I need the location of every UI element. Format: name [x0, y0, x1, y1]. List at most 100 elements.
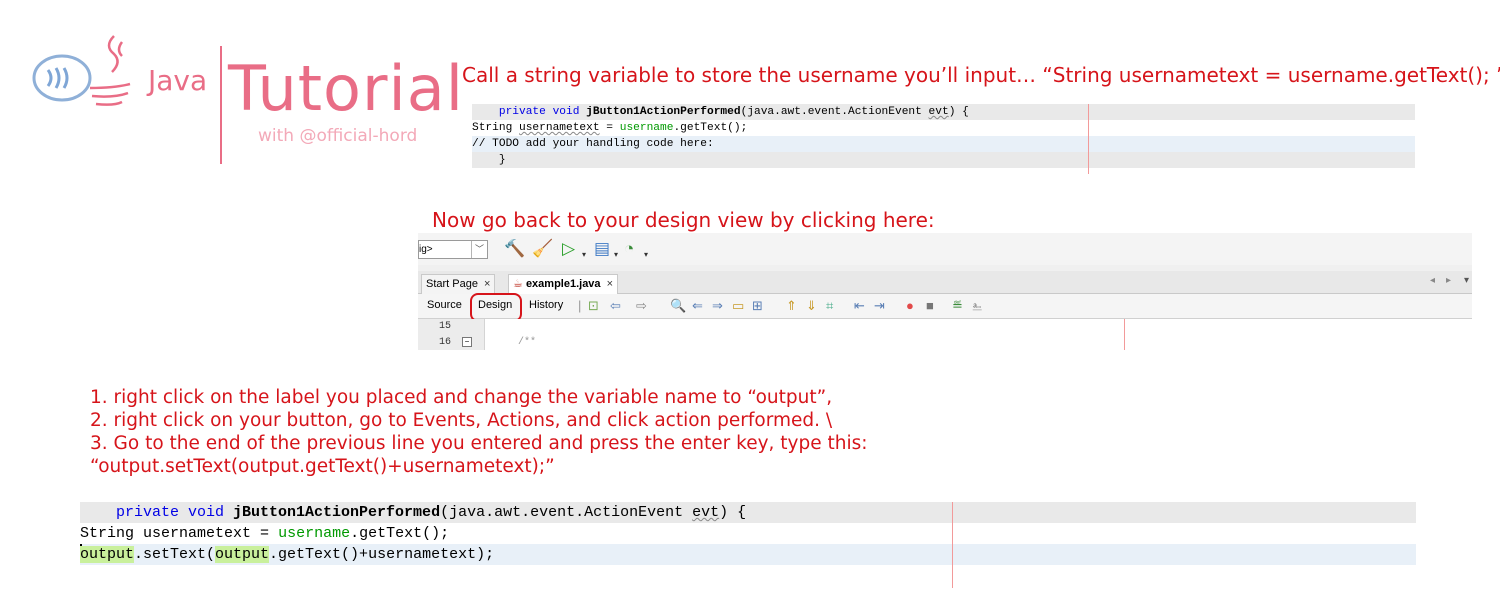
- code-line: String usernametext = username.getText()…: [472, 120, 1415, 136]
- code-op: =: [599, 122, 620, 134]
- step-2: 2. right click on your button, go to Eve…: [90, 410, 833, 431]
- line-number: 15: [438, 321, 451, 332]
- code-call: .getText()+usernametext);: [269, 546, 495, 563]
- code-editor[interactable]: 15 16 − /**: [418, 319, 1472, 350]
- code-args: (java.awt.event.ActionEvent: [740, 106, 929, 118]
- previous-bookmark-icon[interactable]: ⇑: [786, 298, 797, 314]
- code-snippet-2: private void jButton1ActionPerformed(jav…: [80, 502, 1416, 588]
- source-view-tab[interactable]: Source: [427, 297, 462, 314]
- logo-tutorial-text: Tutorial: [228, 52, 464, 125]
- code-args: (java.awt.event.ActionEvent: [440, 504, 693, 521]
- history-view-tab[interactable]: History: [529, 297, 563, 314]
- line-number: 16: [438, 337, 451, 348]
- find-icon[interactable]: 🔍: [670, 298, 686, 314]
- tab-label: example1.java: [525, 278, 601, 290]
- config-combo[interactable]: ig> ﹀: [418, 240, 488, 259]
- ide-window: ig> ﹀ 🔨 🧹 ▷ ▾ ▤ ▾ ◔ ▾ Start Page × ☕ exam…: [418, 233, 1472, 350]
- profile-icon[interactable]: ◔: [624, 239, 634, 259]
- profile-dropdown-icon[interactable]: ▾: [644, 245, 648, 265]
- tab-start-page[interactable]: Start Page ×: [421, 274, 496, 294]
- code-field: username: [619, 122, 674, 134]
- margin-line: [1088, 104, 1089, 174]
- debug-dropdown-icon[interactable]: ▾: [614, 245, 618, 265]
- code-keyword: private void: [472, 106, 587, 118]
- caption-store-username: Call a string variable to store the user…: [462, 63, 1500, 87]
- tab-example1-java[interactable]: ☕ example1.java ×: [508, 274, 618, 294]
- code-variable: usernametext: [143, 525, 252, 542]
- code-line: output.setText(output.getText()+username…: [80, 544, 1416, 565]
- hammer-icon[interactable]: 🔨: [504, 239, 525, 259]
- tab-list-icon[interactable]: ▾: [1464, 275, 1469, 286]
- find-next-icon[interactable]: ⇒: [712, 298, 723, 314]
- run-dropdown-icon[interactable]: ▾: [582, 245, 586, 265]
- record-macro-icon[interactable]: ●: [906, 298, 914, 314]
- steem-coffee-icon: [32, 35, 131, 106]
- code-call: .setText(: [134, 546, 216, 563]
- code-method-name: jButton1ActionPerformed: [586, 106, 741, 118]
- code-line: private void jButton1ActionPerformed(jav…: [80, 502, 1416, 523]
- logo-byline: with @official-hord: [258, 126, 418, 146]
- highlight-circle: [470, 293, 522, 322]
- fold-icon[interactable]: −: [462, 337, 472, 347]
- main-toolbar: ig> ﹀ 🔨 🧹 ▷ ▾ ▤ ▾ ◔ ▾: [418, 233, 1472, 265]
- code-call: .getText();: [350, 525, 450, 542]
- step-1: 1. right click on the label you placed a…: [90, 387, 833, 408]
- shift-left-icon[interactable]: ⇤: [854, 298, 865, 314]
- start-macro-icon[interactable]: ≝: [952, 298, 963, 314]
- logo-java-text: Java: [148, 64, 208, 97]
- margin-line: [952, 502, 953, 588]
- editor-tabbar: Start Page × ☕ example1.java × ◂ ▸ ▾: [418, 271, 1472, 294]
- line-gutter: 15 16 −: [418, 319, 485, 350]
- scroll-tabs-left-icon[interactable]: ◂: [1430, 275, 1435, 286]
- comment-icon[interactable]: ⎁: [972, 298, 982, 314]
- code-highlight-output: output: [80, 546, 135, 563]
- back-icon[interactable]: ⇦: [610, 298, 621, 314]
- code-brace: ) {: [719, 504, 747, 521]
- shift-right-icon[interactable]: ⇥: [874, 298, 885, 314]
- java-file-icon: ☕: [513, 278, 523, 290]
- separator: |: [578, 298, 582, 313]
- last-edit-icon[interactable]: ⊡: [588, 298, 599, 314]
- forward-icon[interactable]: ⇨: [636, 298, 647, 314]
- code-comment: /**: [518, 337, 537, 348]
- margin-line: [1124, 319, 1125, 350]
- code-type: String: [472, 122, 519, 134]
- chevron-down-icon[interactable]: ﹀: [471, 241, 487, 258]
- step-3: 3. Go to the end of the previous line yo…: [90, 433, 868, 454]
- code-param: evt: [928, 106, 949, 118]
- find-previous-icon[interactable]: ⇐: [692, 298, 703, 314]
- code-keyword: private void: [80, 504, 234, 521]
- next-bookmark-icon[interactable]: ⇓: [806, 298, 817, 314]
- code-variable: usernametext: [519, 122, 600, 134]
- close-icon[interactable]: ×: [484, 278, 490, 290]
- debug-icon[interactable]: ▤: [594, 239, 610, 259]
- code-comment: // TODO add your handling code here:: [472, 136, 1415, 152]
- caption-design-view: Now go back to your design view by click…: [432, 208, 935, 232]
- instructions: 1. right click on the label you placed a…: [90, 386, 868, 478]
- stop-macro-icon[interactable]: ■: [926, 298, 934, 314]
- toggle-highlight-icon[interactable]: ▭: [732, 298, 744, 314]
- code-brace: ) {: [948, 106, 969, 118]
- code-op: =: [251, 525, 279, 542]
- code-line: private void jButton1ActionPerformed(jav…: [472, 104, 1415, 120]
- code-line: String usernametext = username.getText()…: [80, 523, 1416, 544]
- code-param: evt: [692, 504, 720, 521]
- code-method-name: jButton1ActionPerformed: [233, 504, 441, 521]
- code-type: String: [80, 525, 144, 542]
- clean-build-icon[interactable]: 🧹: [532, 239, 553, 259]
- code-field: username: [278, 525, 351, 542]
- code-snippet-1: private void jButton1ActionPerformed(jav…: [472, 104, 1415, 174]
- step-code: “output.setText(output.getText()+usernam…: [90, 456, 555, 477]
- code-call: .getText();: [673, 122, 748, 134]
- editor-view-toolbar: Source Design History | ⊡ ⇦ ⇨ 🔍 ⇐ ⇒ ▭ ⊞ …: [418, 293, 1472, 322]
- code-highlight-output: output: [215, 546, 270, 563]
- config-combo-value: ig>: [419, 244, 433, 255]
- close-icon[interactable]: ×: [607, 278, 613, 290]
- java-tutorial-logo: Java Tutorial with @official-hord: [30, 22, 463, 164]
- toggle-bookmark-icon[interactable]: ⌗: [826, 298, 833, 314]
- tab-label: Start Page: [426, 278, 478, 290]
- code-line: }: [472, 152, 1415, 168]
- toggle-rect-select-icon[interactable]: ⊞: [752, 298, 763, 314]
- run-icon[interactable]: ▷: [562, 239, 575, 259]
- scroll-tabs-right-icon[interactable]: ▸: [1446, 275, 1451, 286]
